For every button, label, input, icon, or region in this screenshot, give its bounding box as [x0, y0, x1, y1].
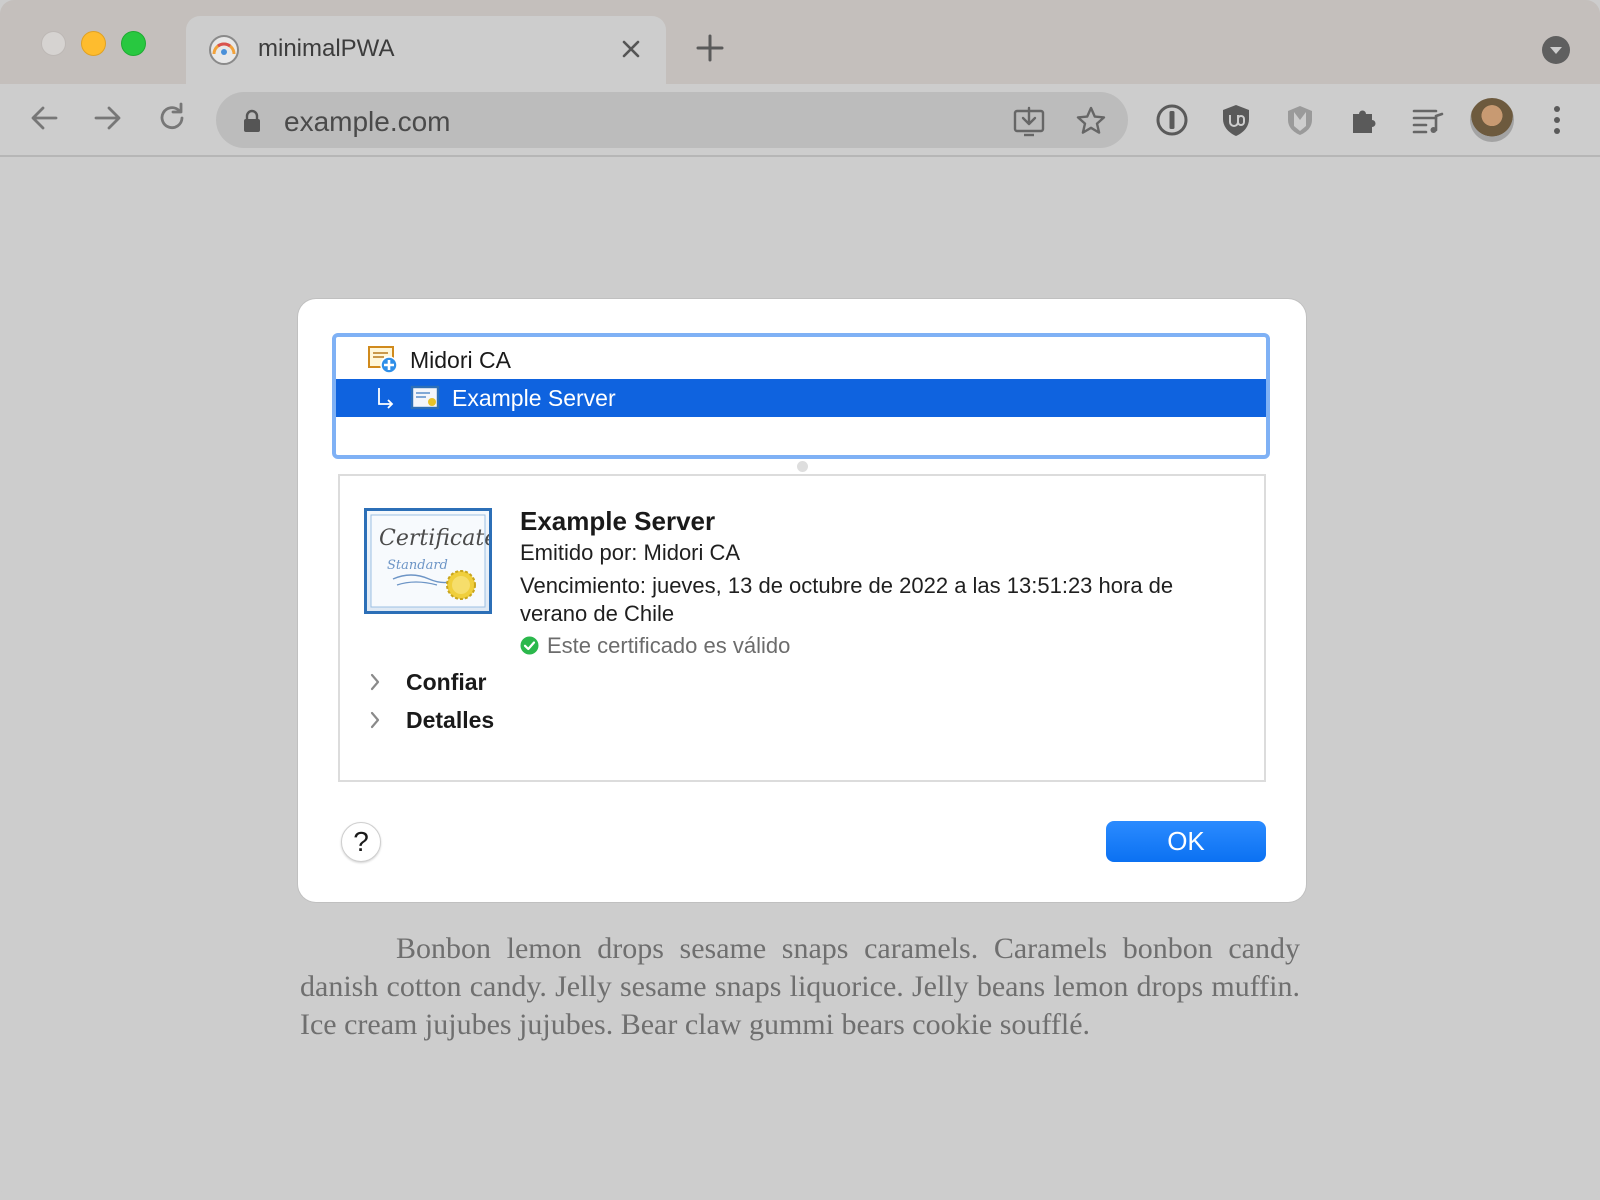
ublock-shield-icon[interactable] — [1218, 102, 1254, 138]
tab-search-button[interactable] — [1542, 36, 1570, 64]
browser-toolbar: example.com — [0, 84, 1600, 157]
certificate-chain-list[interactable]: Midori CA Example Server — [332, 333, 1270, 459]
reading-list-icon[interactable] — [1410, 102, 1446, 138]
split-view-handle[interactable] — [797, 461, 808, 472]
browser-window: minimalPWA example.com Midori CA Example… — [0, 0, 1600, 1200]
page-paragraph: Bonbon lemon drops sesame snaps caramels… — [300, 932, 1300, 1041]
tab-minimalpwa[interactable]: minimalPWA — [186, 16, 666, 84]
svg-text:Certificate: Certificate — [379, 526, 492, 551]
cert-row-example-server[interactable]: Example Server — [336, 379, 1266, 417]
profile-avatar[interactable] — [1470, 98, 1514, 142]
ok-button[interactable]: OK — [1106, 821, 1266, 862]
reload-icon[interactable] — [154, 100, 190, 136]
install-app-icon[interactable] — [1012, 104, 1046, 138]
close-window-button[interactable] — [41, 31, 66, 56]
kebab-menu-icon[interactable] — [1550, 102, 1564, 138]
cert-row-midori-ca[interactable]: Midori CA — [336, 341, 1266, 379]
bookmark-star-icon[interactable] — [1074, 104, 1108, 138]
chevron-down-icon — [1550, 47, 1562, 54]
certificate-issuer: Emitido por: Midori CA — [520, 540, 741, 565]
certificate-name: Example Server — [520, 506, 716, 536]
chain-connector-icon — [378, 388, 394, 409]
cert-row-label: Example Server — [452, 385, 616, 411]
forward-arrow-icon[interactable] — [90, 100, 126, 136]
details-label[interactable]: Detalles — [406, 707, 494, 734]
maximize-window-button[interactable] — [121, 31, 146, 56]
chevron-right-icon[interactable] — [368, 671, 382, 693]
address-bar[interactable]: example.com — [216, 92, 1128, 148]
new-tab-icon[interactable] — [694, 32, 726, 64]
url-text[interactable]: example.com — [284, 106, 451, 138]
validity-text: Este certificado es válido — [547, 633, 791, 658]
tab-title: minimalPWA — [258, 35, 395, 62]
validity-status: Este certificado es válido — [520, 633, 790, 659]
valid-check-icon — [520, 636, 539, 655]
certificate-icon — [410, 385, 440, 410]
cert-row-label: Midori CA — [410, 347, 511, 373]
lock-icon[interactable] — [242, 109, 262, 133]
back-arrow-icon[interactable] — [26, 100, 62, 136]
extensions-puzzle-icon[interactable] — [1346, 102, 1382, 138]
chevron-right-icon[interactable] — [368, 709, 382, 731]
site-favicon-icon — [209, 35, 239, 65]
certificate-details-panel: Certificate Standard Example Server Emit… — [338, 474, 1266, 782]
certificate-icon: Certificate Standard — [364, 508, 492, 614]
privacy-badge-icon[interactable] — [1282, 102, 1318, 138]
certificate-expiry: Vencimiento: jueves, 13 de octubre de 20… — [520, 573, 1174, 626]
minimize-window-button[interactable] — [81, 31, 106, 56]
close-tab-icon[interactable] — [616, 34, 646, 64]
trust-label[interactable]: Confiar — [406, 669, 487, 696]
certificate-dialog: Midori CA Example Server Certificate Sta… — [298, 299, 1306, 902]
password-manager-icon[interactable] — [1154, 102, 1190, 138]
svg-text:Standard: Standard — [387, 558, 448, 573]
certificate-authority-icon — [368, 346, 398, 374]
help-button[interactable]: ? — [341, 822, 381, 862]
tab-strip: minimalPWA — [0, 0, 1600, 84]
